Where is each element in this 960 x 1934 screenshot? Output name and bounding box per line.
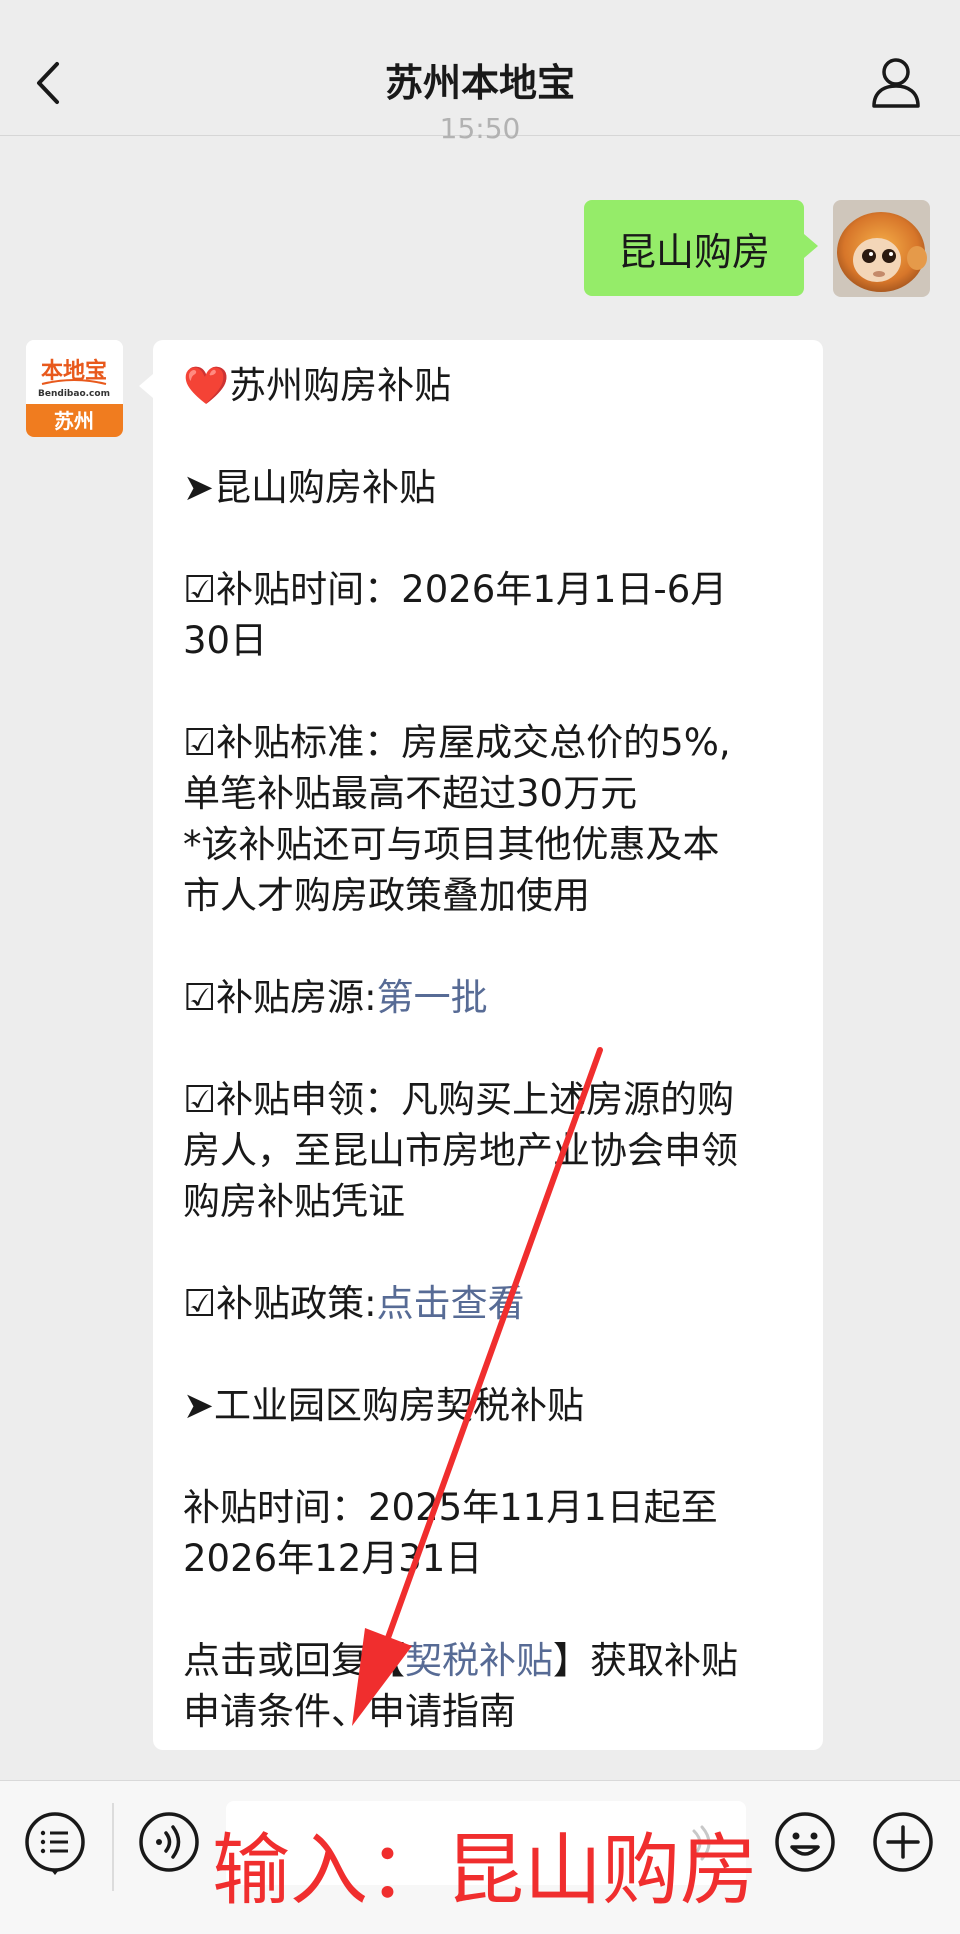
voice-icon <box>139 1812 199 1872</box>
subsidy-time-line-1: ☑补贴时间：2026年1月1日-6月 <box>183 568 728 611</box>
user-avatar[interactable] <box>833 200 930 297</box>
emoji-icon <box>775 1812 835 1872</box>
sip-time-line-2: 2026年12月31日 <box>183 1537 483 1580</box>
list-menu-icon <box>25 1812 85 1875</box>
message-timestamp: 15:50 <box>439 112 521 145</box>
subsidy-standard-line-4: 市人才购房政策叠加使用 <box>183 874 590 917</box>
sip-time-line-1: 补贴时间：2025年11月1日起至 <box>183 1486 718 1529</box>
chat-title: 苏州本地宝 <box>384 61 575 105</box>
monkey-avatar-image <box>833 200 930 297</box>
bot-message-bubble[interactable]: ❤️苏州购房补贴 ➤昆山购房补贴 ☑补贴时间：2026年1月1日-6月 30日 … <box>139 340 823 1750</box>
reply-hint-line-2: 申请条件、申请指南 <box>183 1690 516 1733</box>
subsidy-time-line-2: 30日 <box>183 619 268 662</box>
reply-hint-suffix: 】获取补贴 <box>553 1639 738 1682</box>
message-title: 苏州购房补贴 <box>229 364 452 407</box>
svg-text:Bendibao.com: Bendibao.com <box>38 389 110 399</box>
section-heading-kunshan: ➤昆山购房补贴 <box>183 466 437 509</box>
subsidy-apply-line-3: 购房补贴凭证 <box>183 1180 405 1223</box>
first-batch-link[interactable]: 第一批 <box>377 976 488 1019</box>
subsidy-standard-line-3: *该补贴还可与项目其他优惠及本 <box>183 823 720 866</box>
subsidy-standard-line-2: 单笔补贴最高不超过30万元 <box>183 772 638 815</box>
section-heading-sip: ➤工业园区购房契税补贴 <box>183 1384 585 1427</box>
subsidy-policy-line: ☑补贴政策:点击查看 <box>183 1278 797 1329</box>
subsidy-source-label: ☑补贴房源: <box>183 976 377 1019</box>
bendibao-logo: 本地宝 Bendibao.com 苏州 <box>26 340 123 437</box>
subsidy-standard-line-1: ☑补贴标准：房屋成交总价的5%, <box>183 721 731 764</box>
reply-hint-prefix: 点击或回复【 <box>183 1639 405 1682</box>
chat-info-button[interactable] <box>866 52 926 112</box>
user-message-text: 昆山购房 <box>617 229 770 274</box>
plus-icon <box>873 1812 933 1872</box>
deed-tax-subsidy-link[interactable]: 契税补贴 <box>405 1639 553 1682</box>
user-message-bubble[interactable]: 昆山购房 <box>584 200 818 296</box>
subsidy-source-line: ☑补贴房源:第一批 <box>183 972 797 1023</box>
person-icon <box>872 58 920 108</box>
subsidy-apply-line-2: 房人，至昆山市房地产业协会申领 <box>183 1129 738 1172</box>
subsidy-policy-label: ☑补贴政策: <box>183 1282 377 1325</box>
emoji-button[interactable] <box>772 1809 838 1875</box>
input-bar-divider <box>112 1803 114 1891</box>
subsidy-apply-line-1: ☑补贴申领：凡购买上述房源的购 <box>183 1078 735 1121</box>
menu-button[interactable] <box>22 1809 88 1875</box>
voice-button[interactable] <box>136 1809 202 1875</box>
red-heart-icon: ❤️ <box>183 364 230 407</box>
bot-avatar[interactable]: 本地宝 Bendibao.com 苏州 <box>26 340 123 437</box>
input-instruction-overlay: 输入：昆山购房 <box>212 1826 759 1916</box>
reply-hint-line-1: 点击或回复【契税补贴】获取补贴 <box>183 1635 797 1686</box>
message-title-line: ❤️苏州购房补贴 <box>183 360 797 411</box>
svg-text:苏州: 苏州 <box>54 409 94 433</box>
more-functions-button[interactable] <box>870 1809 936 1875</box>
view-policy-link[interactable]: 点击查看 <box>377 1282 525 1325</box>
